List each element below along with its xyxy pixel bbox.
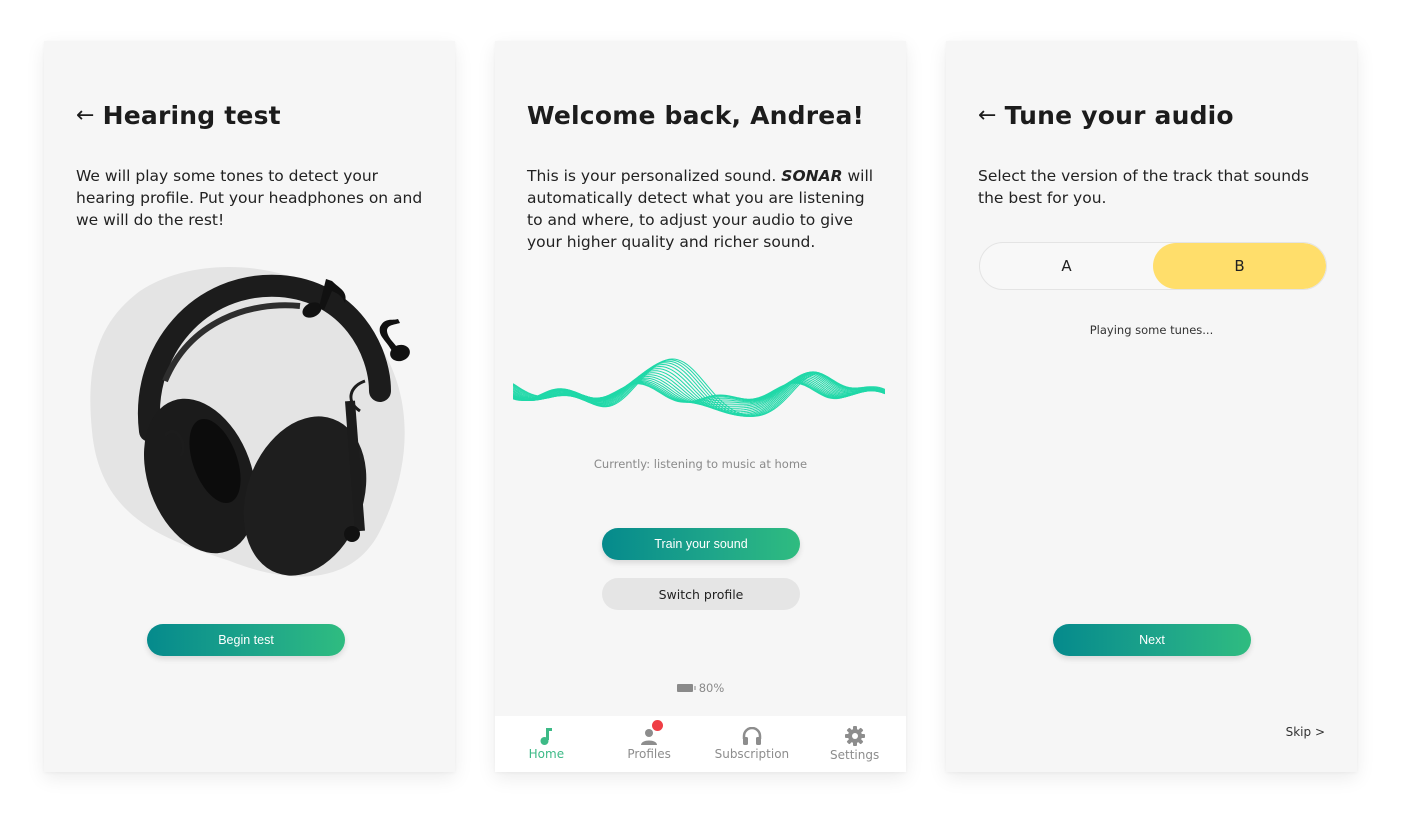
track-version-selector: A B bbox=[979, 242, 1327, 290]
hearing-test-screen: ← Hearing test We will play some tones t… bbox=[44, 41, 455, 772]
tab-subscription[interactable]: Subscription bbox=[701, 716, 804, 772]
arrow-left-icon[interactable]: ← bbox=[978, 104, 997, 127]
tab-label: Subscription bbox=[714, 747, 790, 761]
gear-icon bbox=[844, 726, 865, 746]
page-title: Welcome back, Andrea! bbox=[527, 101, 865, 130]
tab-settings[interactable]: Settings bbox=[803, 716, 906, 772]
listening-status: Currently: listening to music at home bbox=[593, 457, 808, 471]
headphones-illustration bbox=[90, 267, 410, 577]
battery-indicator: 80% bbox=[495, 681, 906, 695]
battery-level: 80% bbox=[698, 681, 725, 695]
begin-test-button[interactable]: Begin test bbox=[147, 624, 345, 656]
page-title: Hearing test bbox=[102, 101, 281, 130]
arrow-left-icon[interactable]: ← bbox=[76, 104, 95, 127]
hearing-test-header: ← Hearing test bbox=[76, 101, 281, 130]
notification-badge bbox=[651, 720, 663, 731]
battery-icon bbox=[676, 684, 696, 692]
tab-profiles[interactable]: Profiles bbox=[598, 716, 701, 772]
page-title: Tune your audio bbox=[1004, 101, 1234, 130]
sound-wave-visualization bbox=[513, 358, 885, 417]
train-your-sound-button[interactable]: Train your sound bbox=[602, 528, 800, 560]
tune-audio-header: ← Tune your audio bbox=[978, 101, 1234, 130]
hearing-test-description: We will play some tones to detect your h… bbox=[76, 167, 423, 229]
tab-home[interactable]: Home bbox=[495, 716, 598, 772]
switch-profile-button[interactable]: Switch profile bbox=[602, 578, 800, 610]
next-button[interactable]: Next bbox=[1053, 624, 1251, 656]
brand-name: SONAR bbox=[781, 167, 843, 185]
description-text: This is your personalized sound. bbox=[527, 167, 782, 185]
tune-audio-screen: ← Tune your audio Select the version of … bbox=[946, 41, 1357, 772]
home-description: This is your personalized sound. SONAR w… bbox=[527, 165, 877, 253]
playing-status: Playing some tunes... bbox=[1089, 323, 1214, 337]
home-screen: Welcome back, Andrea! This is your perso… bbox=[495, 41, 906, 772]
wave-strand bbox=[513, 362, 885, 417]
option-b[interactable]: B bbox=[1153, 243, 1326, 289]
music-note-icon bbox=[540, 728, 553, 745]
option-a[interactable]: A bbox=[980, 243, 1153, 289]
tab-label: Home bbox=[528, 747, 565, 761]
tab-label: Settings bbox=[830, 748, 880, 762]
tab-label: Profiles bbox=[627, 747, 671, 761]
skip-link[interactable]: Skip > bbox=[1286, 725, 1325, 739]
headphones-icon bbox=[742, 727, 762, 745]
bottom-tab-bar: Home Profiles Subscription Settings bbox=[495, 716, 906, 772]
tune-audio-description: Select the version of the track that sou… bbox=[978, 167, 1309, 207]
